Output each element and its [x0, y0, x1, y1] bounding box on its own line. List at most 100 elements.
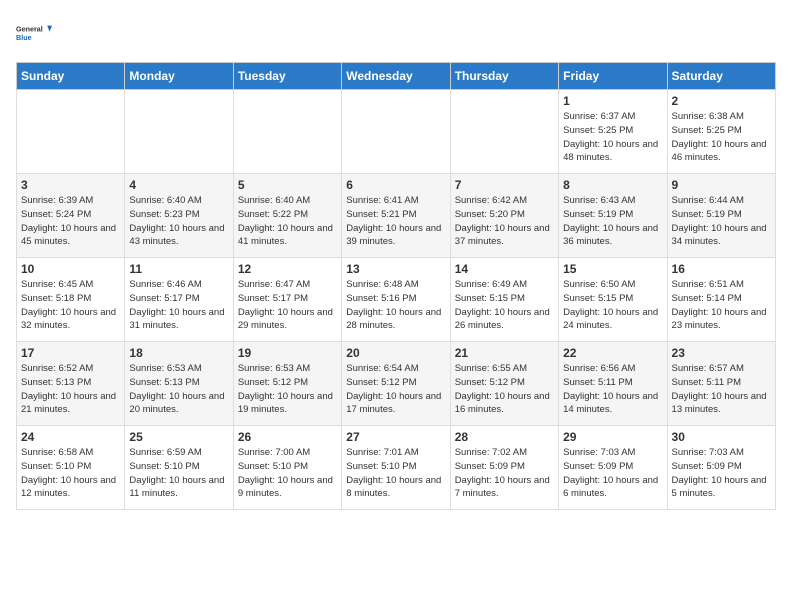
- calendar-cell: 4 Sunrise: 6:40 AM Sunset: 5:23 PM Daylig…: [125, 174, 233, 258]
- day-info: Sunrise: 6:43 AM Sunset: 5:19 PM Dayligh…: [563, 194, 662, 249]
- day-number: 10: [21, 262, 120, 276]
- day-number: 18: [129, 346, 228, 360]
- logo: General Blue: [16, 16, 52, 52]
- calendar-cell: 21Sunrise: 6:55 AM Sunset: 5:12 PM Dayli…: [450, 342, 558, 426]
- calendar-cell: 9 Sunrise: 6:44 AM Sunset: 5:19 PM Daylig…: [667, 174, 775, 258]
- calendar-cell: 24 Sunrise: 6:58 AM Sunset: 5:10 PM Dayli…: [17, 426, 125, 510]
- calendar-cell: 18 Sunrise: 6:53 AM Sunset: 5:13 PM Dayli…: [125, 342, 233, 426]
- calendar-cell: 28 Sunrise: 7:02 AM Sunset: 5:09 PM Dayli…: [450, 426, 558, 510]
- calendar-cell: 16Sunrise: 6:51 AM Sunset: 5:14 PM Dayli…: [667, 258, 775, 342]
- calendar-cell: 2 Sunrise: 6:38 AM Sunset: 5:25 PM Daylig…: [667, 90, 775, 174]
- calendar-cell: 3Sunrise: 6:39 AM Sunset: 5:24 PM Daylig…: [17, 174, 125, 258]
- calendar-cell: [233, 90, 341, 174]
- calendar-week-row: 10 Sunrise: 6:45 AM Sunset: 5:18 PM Dayli…: [17, 258, 776, 342]
- day-number: 2: [672, 94, 771, 108]
- day-info: Sunrise: 6:38 AM Sunset: 5:25 PM Dayligh…: [672, 110, 771, 165]
- logo-icon: General Blue: [16, 16, 52, 52]
- calendar-cell: 11 Sunrise: 6:46 AM Sunset: 5:17 PM Dayli…: [125, 258, 233, 342]
- day-header-wednesday: Wednesday: [342, 63, 450, 90]
- day-info: Sunrise: 6:59 AM Sunset: 5:10 PM Dayligh…: [129, 446, 228, 501]
- day-info: Sunrise: 6:45 AM Sunset: 5:18 PM Dayligh…: [21, 278, 120, 333]
- day-header-sunday: Sunday: [17, 63, 125, 90]
- calendar-cell: 25 Sunrise: 6:59 AM Sunset: 5:10 PM Dayli…: [125, 426, 233, 510]
- day-number: 27: [346, 430, 445, 444]
- day-header-saturday: Saturday: [667, 63, 775, 90]
- calendar-cell: 1Sunrise: 6:37 AM Sunset: 5:25 PM Daylig…: [559, 90, 667, 174]
- calendar-table: SundayMondayTuesdayWednesdayThursdayFrid…: [16, 62, 776, 510]
- day-info: Sunrise: 7:03 AM Sunset: 5:09 PM Dayligh…: [672, 446, 771, 501]
- day-header-thursday: Thursday: [450, 63, 558, 90]
- day-number: 8: [563, 178, 662, 192]
- calendar-cell: 27 Sunrise: 7:01 AM Sunset: 5:10 PM Dayli…: [342, 426, 450, 510]
- day-number: 7: [455, 178, 554, 192]
- day-info: Sunrise: 6:42 AM Sunset: 5:20 PM Dayligh…: [455, 194, 554, 249]
- day-number: 15: [563, 262, 662, 276]
- calendar-cell: 17 Sunrise: 6:52 AM Sunset: 5:13 PM Dayli…: [17, 342, 125, 426]
- day-number: 26: [238, 430, 337, 444]
- calendar-cell: 30 Sunrise: 7:03 AM Sunset: 5:09 PM Dayli…: [667, 426, 775, 510]
- calendar-cell: 8 Sunrise: 6:43 AM Sunset: 5:19 PM Daylig…: [559, 174, 667, 258]
- calendar-cell: 10 Sunrise: 6:45 AM Sunset: 5:18 PM Dayli…: [17, 258, 125, 342]
- day-info: Sunrise: 7:01 AM Sunset: 5:10 PM Dayligh…: [346, 446, 445, 501]
- day-info: Sunrise: 6:47 AM Sunset: 5:17 PM Dayligh…: [238, 278, 337, 333]
- calendar-cell: 19 Sunrise: 6:53 AM Sunset: 5:12 PM Dayli…: [233, 342, 341, 426]
- page-header: General Blue: [16, 16, 776, 52]
- day-number: 19: [238, 346, 337, 360]
- calendar-cell: [17, 90, 125, 174]
- day-info: Sunrise: 6:54 AM Sunset: 5:12 PM Dayligh…: [346, 362, 445, 417]
- day-number: 11: [129, 262, 228, 276]
- day-info: Sunrise: 7:00 AM Sunset: 5:10 PM Dayligh…: [238, 446, 337, 501]
- day-info: Sunrise: 6:52 AM Sunset: 5:13 PM Dayligh…: [21, 362, 120, 417]
- calendar-week-row: 24 Sunrise: 6:58 AM Sunset: 5:10 PM Dayli…: [17, 426, 776, 510]
- day-number: 28: [455, 430, 554, 444]
- day-number: 16: [672, 262, 771, 276]
- day-info: Sunrise: 6:48 AM Sunset: 5:16 PM Dayligh…: [346, 278, 445, 333]
- svg-text:Blue: Blue: [16, 33, 32, 42]
- day-header-tuesday: Tuesday: [233, 63, 341, 90]
- calendar-cell: 20Sunrise: 6:54 AM Sunset: 5:12 PM Dayli…: [342, 342, 450, 426]
- calendar-cell: 22Sunrise: 6:56 AM Sunset: 5:11 PM Dayli…: [559, 342, 667, 426]
- calendar-cell: 7 Sunrise: 6:42 AM Sunset: 5:20 PM Daylig…: [450, 174, 558, 258]
- day-number: 9: [672, 178, 771, 192]
- day-info: Sunrise: 6:53 AM Sunset: 5:13 PM Dayligh…: [129, 362, 228, 417]
- calendar-week-row: 1Sunrise: 6:37 AM Sunset: 5:25 PM Daylig…: [17, 90, 776, 174]
- day-info: Sunrise: 6:53 AM Sunset: 5:12 PM Dayligh…: [238, 362, 337, 417]
- day-header-friday: Friday: [559, 63, 667, 90]
- day-number: 14: [455, 262, 554, 276]
- calendar-cell: [342, 90, 450, 174]
- calendar-cell: 23 Sunrise: 6:57 AM Sunset: 5:11 PM Dayli…: [667, 342, 775, 426]
- day-number: 4: [129, 178, 228, 192]
- calendar-cell: 13 Sunrise: 6:48 AM Sunset: 5:16 PM Dayli…: [342, 258, 450, 342]
- day-info: Sunrise: 6:44 AM Sunset: 5:19 PM Dayligh…: [672, 194, 771, 249]
- day-info: Sunrise: 6:50 AM Sunset: 5:15 PM Dayligh…: [563, 278, 662, 333]
- day-number: 17: [21, 346, 120, 360]
- day-number: 12: [238, 262, 337, 276]
- calendar-cell: 26 Sunrise: 7:00 AM Sunset: 5:10 PM Dayli…: [233, 426, 341, 510]
- calendar-cell: 12 Sunrise: 6:47 AM Sunset: 5:17 PM Dayli…: [233, 258, 341, 342]
- calendar-week-row: 3Sunrise: 6:39 AM Sunset: 5:24 PM Daylig…: [17, 174, 776, 258]
- day-info: Sunrise: 6:57 AM Sunset: 5:11 PM Dayligh…: [672, 362, 771, 417]
- day-info: Sunrise: 6:40 AM Sunset: 5:23 PM Dayligh…: [129, 194, 228, 249]
- day-info: Sunrise: 6:56 AM Sunset: 5:11 PM Dayligh…: [563, 362, 662, 417]
- day-header-monday: Monday: [125, 63, 233, 90]
- day-number: 23: [672, 346, 771, 360]
- calendar-cell: 14 Sunrise: 6:49 AM Sunset: 5:15 PM Dayli…: [450, 258, 558, 342]
- day-info: Sunrise: 6:40 AM Sunset: 5:22 PM Dayligh…: [238, 194, 337, 249]
- day-info: Sunrise: 6:37 AM Sunset: 5:25 PM Dayligh…: [563, 110, 662, 165]
- day-info: Sunrise: 6:55 AM Sunset: 5:12 PM Dayligh…: [455, 362, 554, 417]
- calendar-header-row: SundayMondayTuesdayWednesdayThursdayFrid…: [17, 63, 776, 90]
- day-info: Sunrise: 6:58 AM Sunset: 5:10 PM Dayligh…: [21, 446, 120, 501]
- svg-text:General: General: [16, 25, 43, 34]
- calendar-cell: [125, 90, 233, 174]
- day-number: 13: [346, 262, 445, 276]
- day-info: Sunrise: 6:49 AM Sunset: 5:15 PM Dayligh…: [455, 278, 554, 333]
- day-number: 30: [672, 430, 771, 444]
- calendar-cell: 6Sunrise: 6:41 AM Sunset: 5:21 PM Daylig…: [342, 174, 450, 258]
- calendar-week-row: 17 Sunrise: 6:52 AM Sunset: 5:13 PM Dayli…: [17, 342, 776, 426]
- day-info: Sunrise: 6:39 AM Sunset: 5:24 PM Dayligh…: [21, 194, 120, 249]
- day-number: 24: [21, 430, 120, 444]
- day-info: Sunrise: 7:02 AM Sunset: 5:09 PM Dayligh…: [455, 446, 554, 501]
- day-info: Sunrise: 6:41 AM Sunset: 5:21 PM Dayligh…: [346, 194, 445, 249]
- day-info: Sunrise: 6:46 AM Sunset: 5:17 PM Dayligh…: [129, 278, 228, 333]
- day-number: 25: [129, 430, 228, 444]
